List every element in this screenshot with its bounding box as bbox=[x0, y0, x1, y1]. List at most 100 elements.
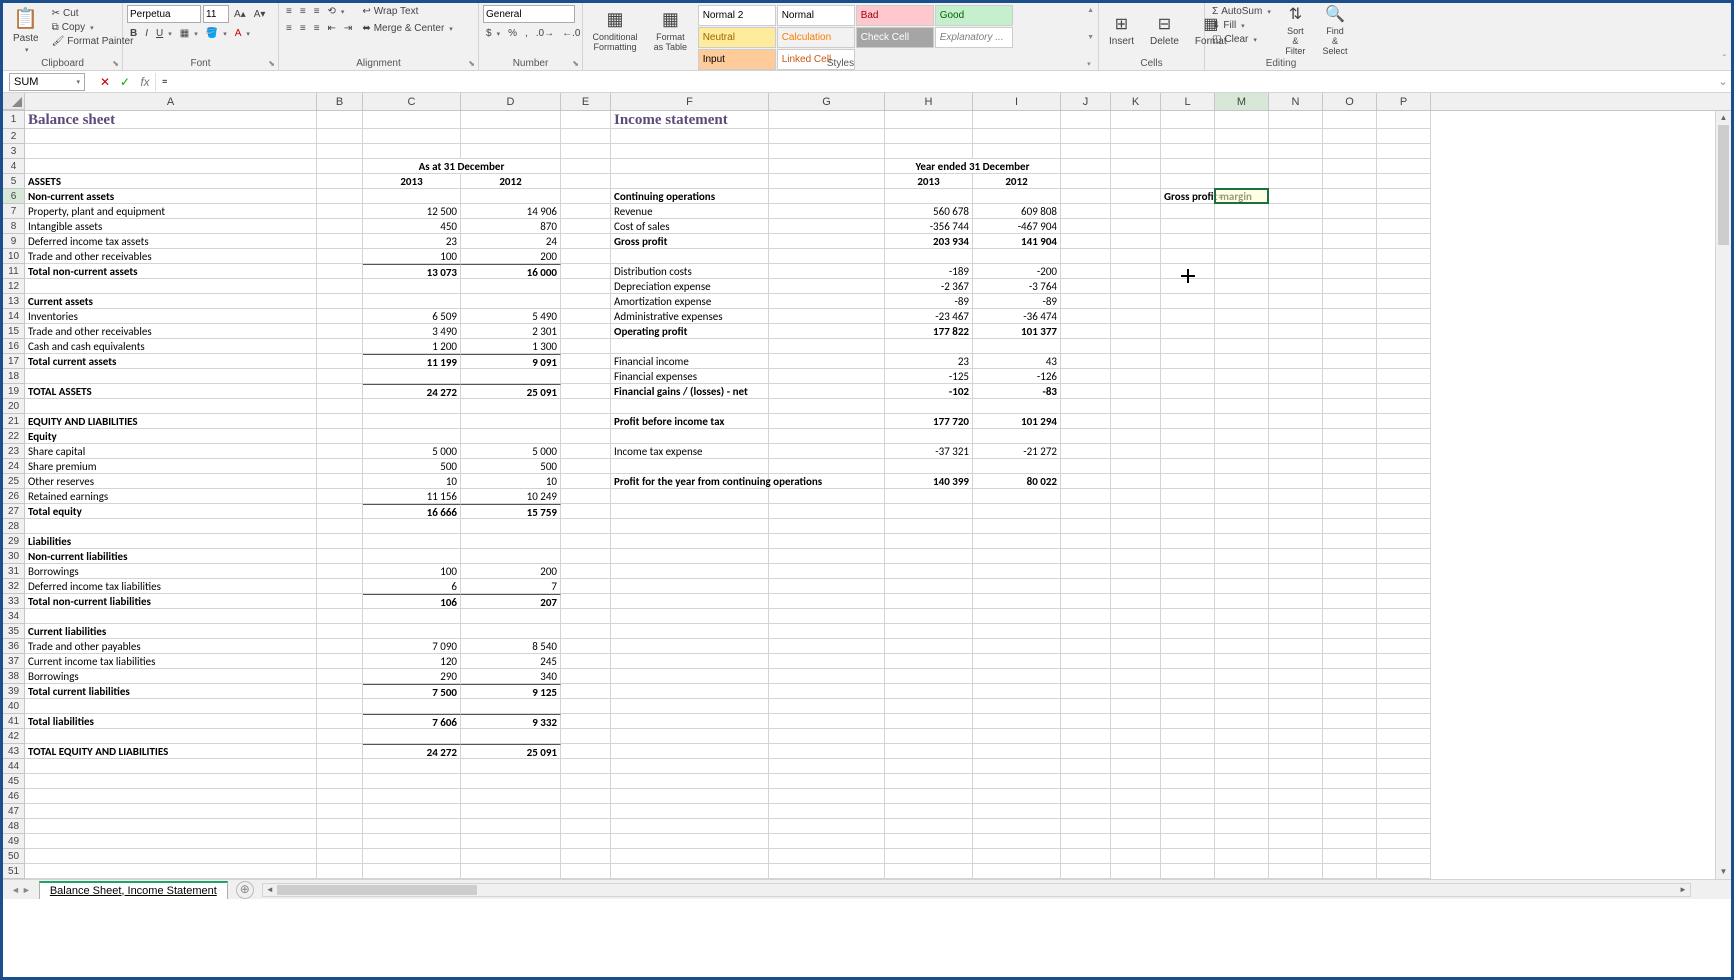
hscroll-thumb[interactable] bbox=[277, 885, 477, 895]
cell-J29[interactable] bbox=[1061, 534, 1111, 549]
cell-G5[interactable] bbox=[769, 174, 885, 189]
decrease-decimal-button[interactable]: ←.0 bbox=[559, 27, 583, 40]
cell-P36[interactable] bbox=[1377, 639, 1431, 654]
cell-E46[interactable] bbox=[561, 789, 611, 804]
cell-L18[interactable] bbox=[1161, 369, 1215, 384]
cell-N13[interactable] bbox=[1269, 294, 1323, 309]
cell-B31[interactable] bbox=[317, 564, 363, 579]
cell-F22[interactable] bbox=[611, 429, 769, 444]
cell-B51[interactable] bbox=[317, 864, 363, 879]
cell-J18[interactable] bbox=[1061, 369, 1111, 384]
cell-A7[interactable]: Property, plant and equipment bbox=[25, 204, 317, 219]
cell-I39[interactable] bbox=[973, 684, 1061, 699]
cell-B43[interactable] bbox=[317, 744, 363, 759]
cell-N14[interactable] bbox=[1269, 309, 1323, 324]
cell-G49[interactable] bbox=[769, 834, 885, 849]
column-header-B[interactable]: B bbox=[317, 93, 363, 110]
bold-button[interactable]: B bbox=[127, 27, 140, 40]
cell-P30[interactable] bbox=[1377, 549, 1431, 564]
vertical-scrollbar[interactable]: ▲ ▼ bbox=[1715, 111, 1731, 879]
cell-J9[interactable] bbox=[1061, 234, 1111, 249]
row-header-35[interactable]: 35 bbox=[3, 624, 25, 639]
cell-K18[interactable] bbox=[1111, 369, 1161, 384]
column-header-I[interactable]: I bbox=[973, 93, 1061, 110]
cell-B6[interactable] bbox=[317, 189, 363, 204]
cell-G3[interactable] bbox=[769, 144, 885, 159]
cell-B22[interactable] bbox=[317, 429, 363, 444]
cell-F7[interactable]: Revenue bbox=[611, 204, 769, 219]
cell-C35[interactable] bbox=[363, 624, 461, 639]
cell-H13[interactable]: -89 bbox=[885, 294, 973, 309]
cell-B41[interactable] bbox=[317, 714, 363, 729]
cell-L44[interactable] bbox=[1161, 759, 1215, 774]
insert-button[interactable]: ⊞Insert bbox=[1103, 5, 1140, 55]
cell-E50[interactable] bbox=[561, 849, 611, 864]
merge-center-button[interactable]: ⬌Merge & Center▾ bbox=[359, 22, 456, 35]
cell-B14[interactable] bbox=[317, 309, 363, 324]
cell-B40[interactable] bbox=[317, 699, 363, 714]
cell-N7[interactable] bbox=[1269, 204, 1323, 219]
cell-F41[interactable] bbox=[611, 714, 769, 729]
cell-D17[interactable]: 9 091 bbox=[461, 354, 561, 369]
cell-I40[interactable] bbox=[973, 699, 1061, 714]
cell-C15[interactable]: 3 490 bbox=[363, 324, 461, 339]
cell-C10[interactable]: 100 bbox=[363, 249, 461, 264]
cell-J7[interactable] bbox=[1061, 204, 1111, 219]
cell-A12[interactable] bbox=[25, 279, 317, 294]
cell-O7[interactable] bbox=[1323, 204, 1377, 219]
cell-P17[interactable] bbox=[1377, 354, 1431, 369]
cell-B13[interactable] bbox=[317, 294, 363, 309]
cell-N31[interactable] bbox=[1269, 564, 1323, 579]
cell-G1[interactable] bbox=[769, 111, 885, 129]
cell-G45[interactable] bbox=[769, 774, 885, 789]
row-header-45[interactable]: 45 bbox=[3, 774, 25, 789]
cell-L28[interactable] bbox=[1161, 519, 1215, 534]
cell-B24[interactable] bbox=[317, 459, 363, 474]
cell-P8[interactable] bbox=[1377, 219, 1431, 234]
cell-O19[interactable] bbox=[1323, 384, 1377, 399]
comma-button[interactable]: , bbox=[522, 27, 531, 40]
cell-D9[interactable]: 24 bbox=[461, 234, 561, 249]
cell-F14[interactable]: Administrative expenses bbox=[611, 309, 769, 324]
cell-K45[interactable] bbox=[1111, 774, 1161, 789]
cell-B30[interactable] bbox=[317, 549, 363, 564]
cell-H17[interactable]: 23 bbox=[885, 354, 973, 369]
cell-K46[interactable] bbox=[1111, 789, 1161, 804]
cell-B45[interactable] bbox=[317, 774, 363, 789]
cell-N36[interactable] bbox=[1269, 639, 1323, 654]
cell-B20[interactable] bbox=[317, 399, 363, 414]
cell-K31[interactable] bbox=[1111, 564, 1161, 579]
cell-H19[interactable]: -102 bbox=[885, 384, 973, 399]
cell-P7[interactable] bbox=[1377, 204, 1431, 219]
cell-D48[interactable] bbox=[461, 819, 561, 834]
cell-J43[interactable] bbox=[1061, 744, 1111, 759]
row-header-16[interactable]: 16 bbox=[3, 339, 25, 354]
cell-F27[interactable] bbox=[611, 504, 769, 519]
cell-F6[interactable]: Continuing operations bbox=[611, 189, 769, 204]
cell-K19[interactable] bbox=[1111, 384, 1161, 399]
cell-F39[interactable] bbox=[611, 684, 769, 699]
cell-D40[interactable] bbox=[461, 699, 561, 714]
cell-O38[interactable] bbox=[1323, 669, 1377, 684]
scroll-up-button[interactable]: ▲ bbox=[1716, 111, 1731, 125]
cell-C11[interactable]: 13 073 bbox=[363, 264, 461, 279]
cell-O8[interactable] bbox=[1323, 219, 1377, 234]
cell-E31[interactable] bbox=[561, 564, 611, 579]
cell-H51[interactable] bbox=[885, 864, 973, 879]
cell-F12[interactable]: Depreciation expense bbox=[611, 279, 769, 294]
cell-G16[interactable] bbox=[769, 339, 885, 354]
cell-H38[interactable] bbox=[885, 669, 973, 684]
cell-E33[interactable] bbox=[561, 594, 611, 609]
row-header-38[interactable]: 38 bbox=[3, 669, 25, 684]
cell-F49[interactable] bbox=[611, 834, 769, 849]
cell-B44[interactable] bbox=[317, 759, 363, 774]
cell-H33[interactable] bbox=[885, 594, 973, 609]
column-header-P[interactable]: P bbox=[1377, 93, 1431, 110]
cell-P32[interactable] bbox=[1377, 579, 1431, 594]
cell-M14[interactable] bbox=[1215, 309, 1269, 324]
align-top-button[interactable]: ≡ bbox=[283, 5, 295, 18]
cell-K50[interactable] bbox=[1111, 849, 1161, 864]
cell-F47[interactable] bbox=[611, 804, 769, 819]
cell-J31[interactable] bbox=[1061, 564, 1111, 579]
cell-O49[interactable] bbox=[1323, 834, 1377, 849]
